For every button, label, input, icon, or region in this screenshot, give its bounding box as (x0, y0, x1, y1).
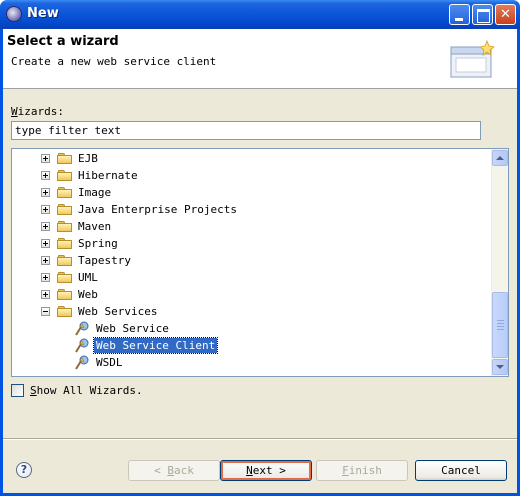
web-service-wizard-icon (75, 355, 89, 370)
collapse-icon[interactable] (41, 307, 50, 316)
close-button[interactable]: ✕ (495, 4, 516, 25)
expand-icon[interactable] (41, 188, 50, 197)
tree-item-label[interactable]: EJB (76, 151, 100, 166)
tree-item-label[interactable]: Image (76, 185, 113, 200)
expand-icon[interactable] (41, 256, 50, 265)
button-separator (3, 438, 517, 440)
tree-folder-item[interactable]: Maven (12, 218, 492, 235)
minimize-button[interactable] (449, 4, 470, 25)
dialog-client-area: Select a wizard Create a new web service… (3, 29, 517, 493)
tree-item-label[interactable]: Web Service (94, 321, 171, 336)
tree-item-label[interactable]: Web (76, 287, 100, 302)
eclipse-icon (6, 6, 22, 22)
expand-icon[interactable] (41, 205, 50, 214)
maximize-button[interactable] (472, 4, 493, 25)
tree-item-label[interactable]: Tapestry (76, 253, 133, 268)
filter-input[interactable] (11, 121, 481, 140)
folder-icon (57, 288, 73, 301)
window-title: New (27, 6, 59, 21)
tree-wizard-item[interactable]: WSDL (12, 354, 492, 371)
expand-icon[interactable] (41, 290, 50, 299)
tree-item-label[interactable]: Web Services (76, 304, 159, 319)
tree-folder-item[interactable]: UML (12, 269, 492, 286)
folder-icon (57, 305, 73, 318)
tree-folder-item[interactable]: Web Services (12, 303, 492, 320)
web-service-wizard-icon (75, 321, 89, 336)
show-all-wizards-label[interactable]: Show All Wizards. (30, 384, 143, 397)
tree-folder-item[interactable]: EJB (12, 150, 492, 167)
tree-item-label[interactable]: Maven (76, 219, 113, 234)
tree-folder-item[interactable]: Image (12, 184, 492, 201)
tree-item-label[interactable]: UML (76, 270, 100, 285)
tree-folder-item[interactable]: Hibernate (12, 167, 492, 184)
scroll-down-button[interactable] (492, 359, 508, 375)
tree-wizard-item[interactable]: Web Service (12, 320, 492, 337)
folder-icon (57, 254, 73, 267)
expand-icon[interactable] (41, 171, 50, 180)
folder-icon (57, 186, 73, 199)
web-service-wizard-icon (75, 338, 89, 353)
tree-folder-item[interactable]: Web (12, 286, 492, 303)
next-button[interactable]: Next > (220, 460, 312, 481)
tree-wizard-item[interactable]: Web Service Client (12, 337, 492, 354)
tree-folder-item[interactable]: Tapestry (12, 252, 492, 269)
close-icon: ✕ (500, 7, 511, 22)
vertical-scrollbar[interactable] (491, 149, 508, 376)
tree-folder-item[interactable]: Spring (12, 235, 492, 252)
back-button[interactable]: < Back (128, 460, 220, 481)
tree-item-label[interactable]: Java Enterprise Projects (76, 202, 239, 217)
folder-icon (57, 271, 73, 284)
page-description: Create a new web service client (11, 55, 217, 68)
wizard-header: Select a wizard Create a new web service… (3, 29, 517, 89)
help-icon[interactable]: ? (16, 462, 32, 478)
folder-icon (57, 237, 73, 250)
folder-icon (57, 220, 73, 233)
folder-icon (57, 169, 73, 182)
folder-icon (57, 203, 73, 216)
tree-folder-item[interactable]: Java Enterprise Projects (12, 201, 492, 218)
expand-icon[interactable] (41, 239, 50, 248)
wizards-label: Wizards: (11, 105, 64, 118)
scroll-up-button[interactable] (492, 150, 508, 166)
wizard-banner-icon (450, 39, 495, 78)
page-title: Select a wizard (7, 34, 119, 49)
expand-icon[interactable] (41, 273, 50, 282)
tree-item-label[interactable]: Hibernate (76, 168, 140, 183)
cancel-button[interactable]: Cancel (415, 460, 507, 481)
tree-item-label[interactable]: Spring (76, 236, 120, 251)
wizard-tree[interactable]: EJB Hibernate Image Java Enterprise Project… (11, 148, 509, 377)
checkbox-box[interactable] (11, 384, 24, 397)
tree-item-label[interactable]: WSDL (94, 355, 125, 370)
title-bar[interactable]: New ✕ (0, 0, 520, 29)
tree-item-label[interactable]: Web Service Client (92, 337, 219, 354)
folder-icon (57, 152, 73, 165)
expand-icon[interactable] (41, 154, 50, 163)
finish-button[interactable]: Finish (316, 460, 408, 481)
expand-icon[interactable] (41, 222, 50, 231)
scrollbar-thumb[interactable] (492, 292, 508, 358)
dialog-window: New ✕ Select a wizard Create a new web s… (0, 0, 520, 496)
